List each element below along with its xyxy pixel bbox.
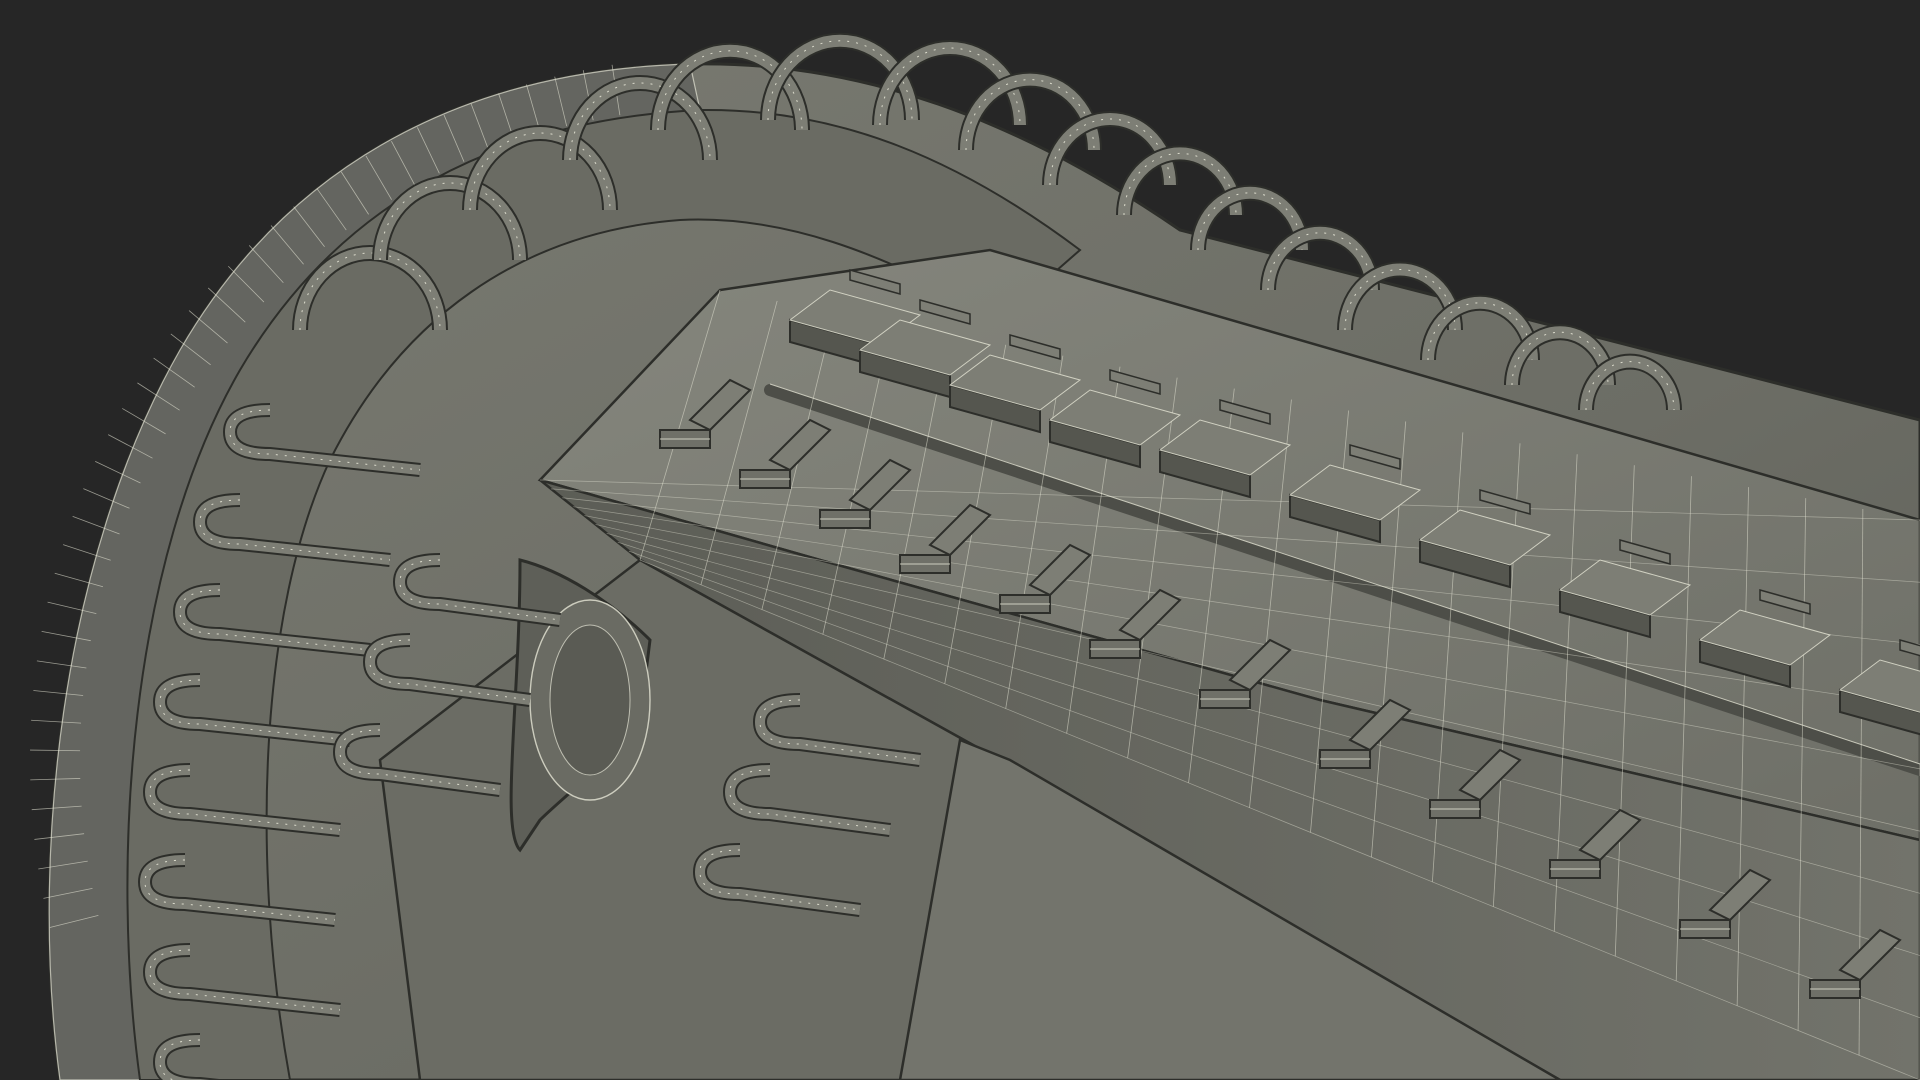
render-viewport: [0, 0, 1920, 1080]
wireframe-model: [0, 0, 1920, 1080]
